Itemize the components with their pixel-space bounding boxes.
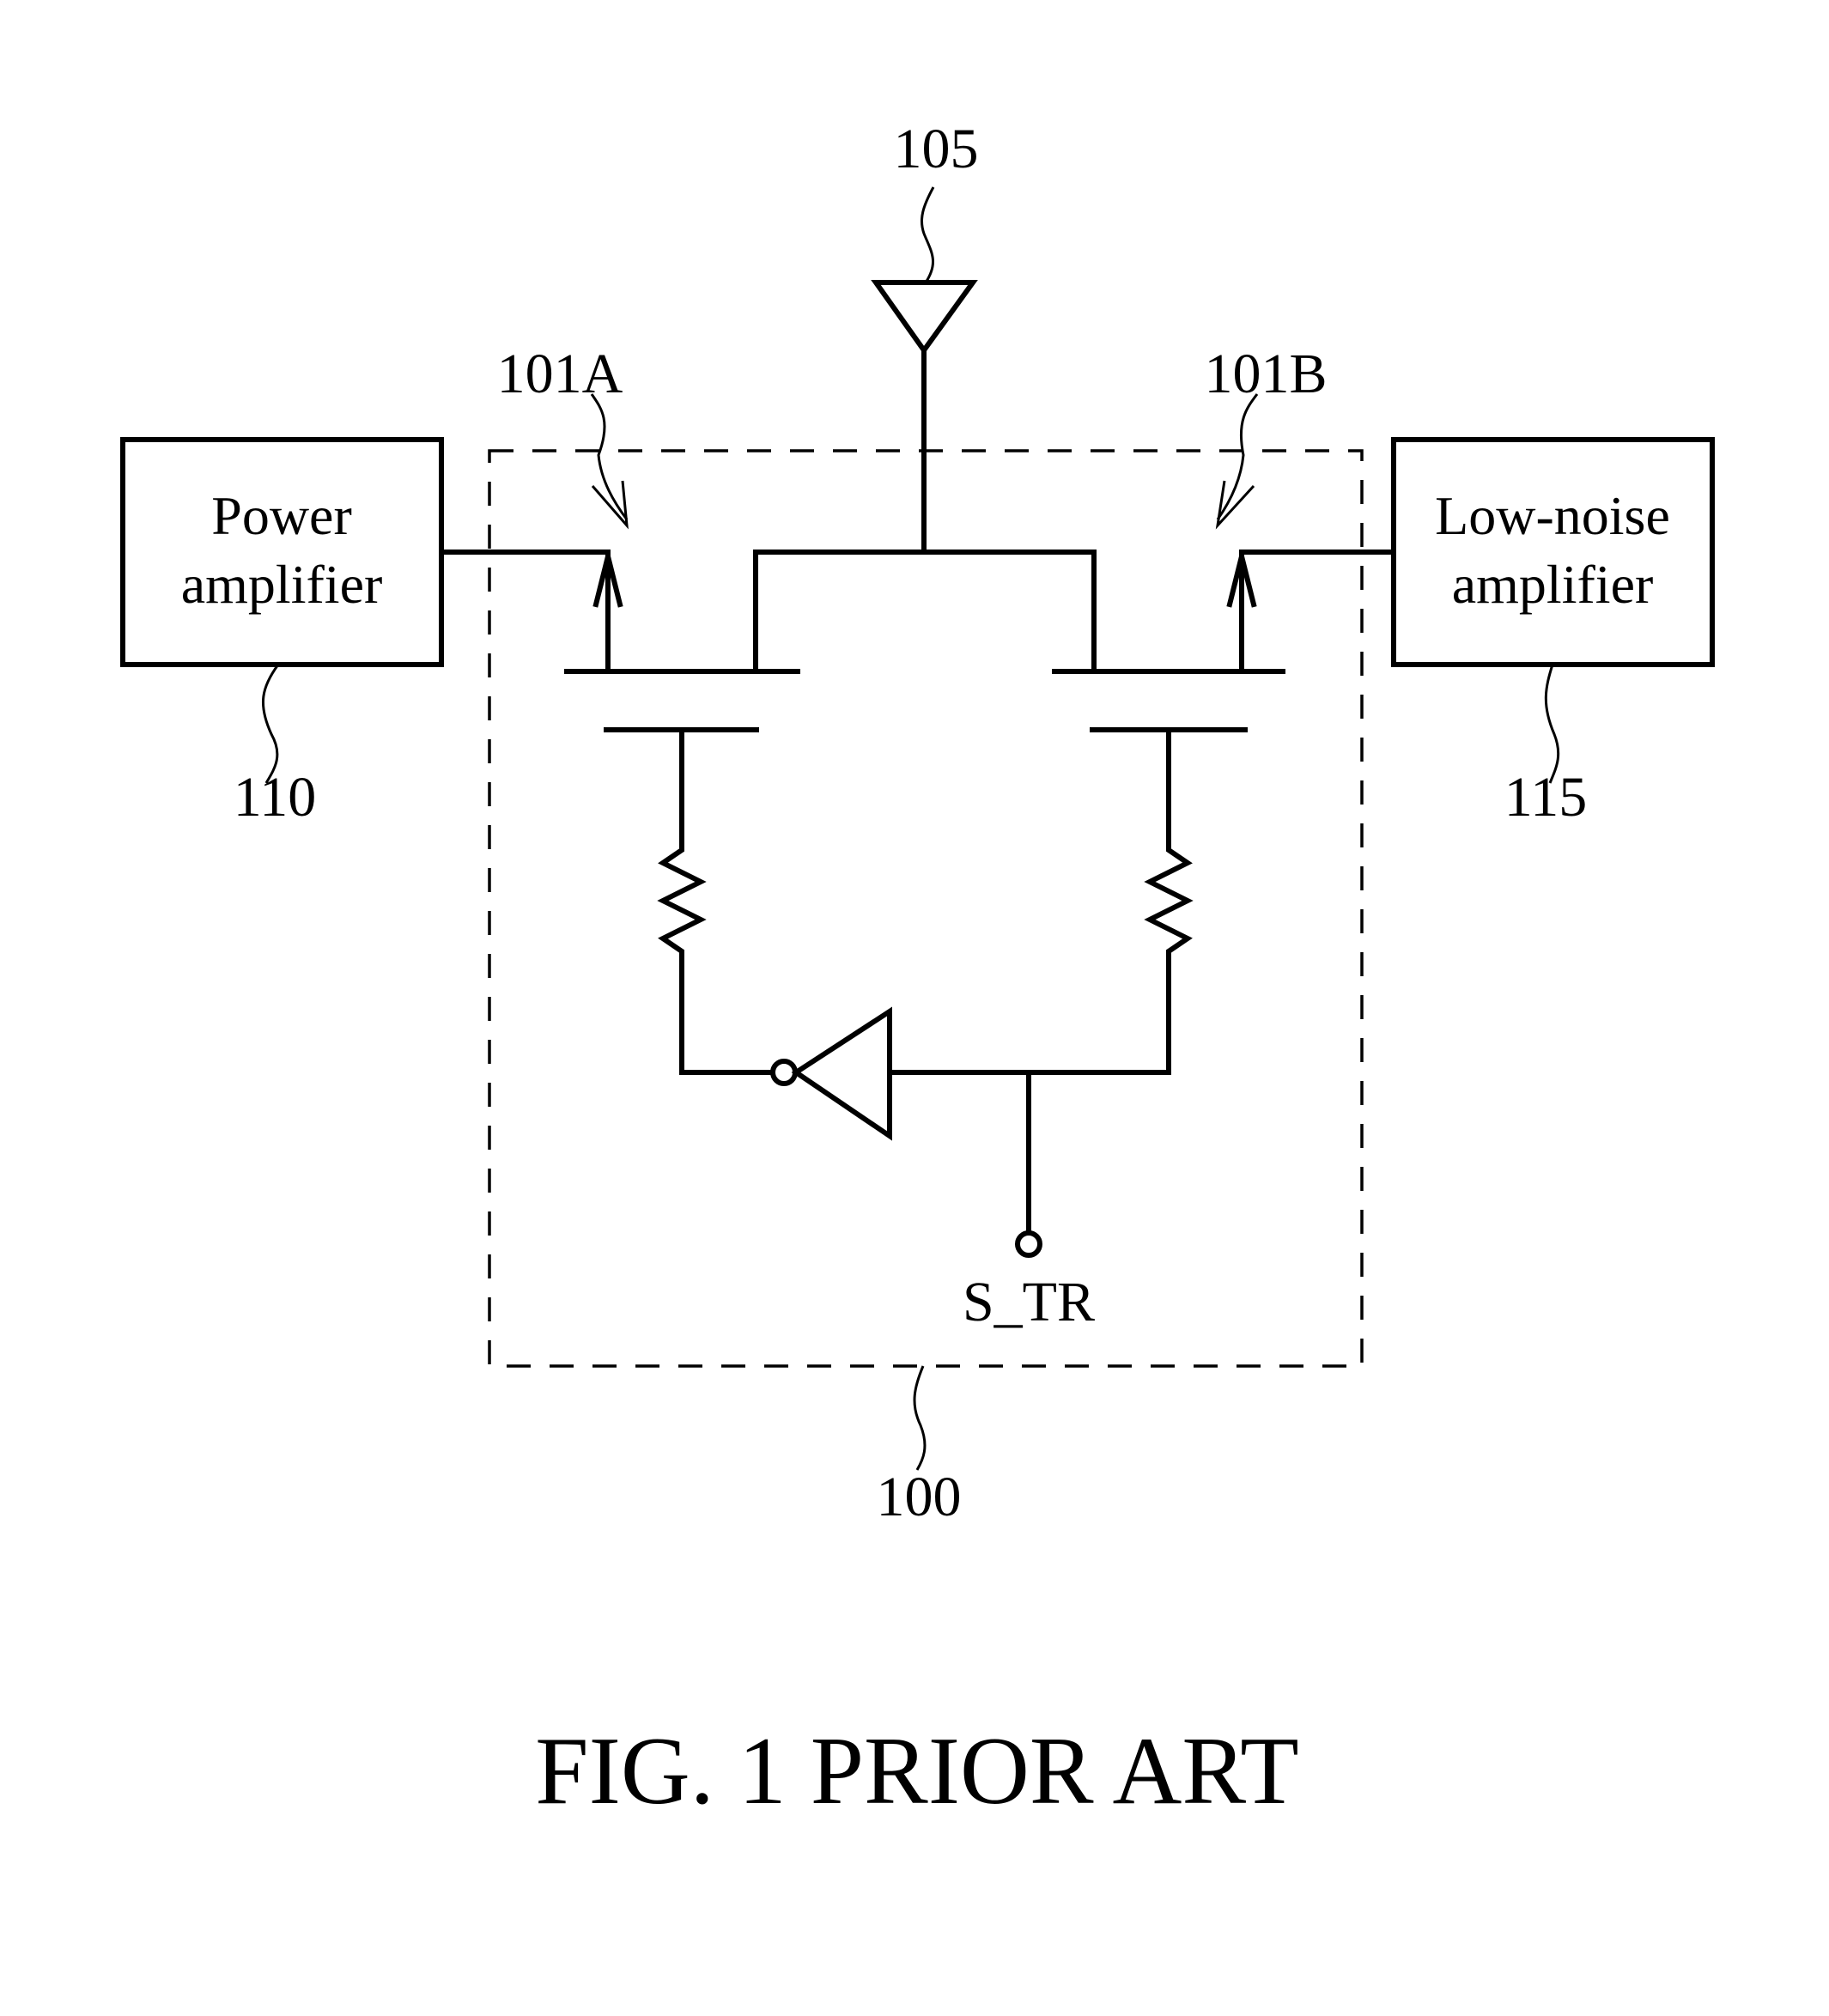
transistor-b-leader-line: [1216, 393, 1259, 520]
transistor-a-ref: 101A: [497, 343, 623, 405]
low-noise-amplifier-label-line1: Low-noise: [1435, 485, 1670, 546]
transistor-b-ref: 101B: [1204, 343, 1327, 405]
control-signal-label: S_TR: [963, 1271, 1095, 1333]
low-noise-amplifier-block: Low-noise amplifier 115: [1391, 437, 1715, 829]
transistor-a-leader-line: [590, 393, 629, 520]
antenna-leader-line: [921, 186, 935, 283]
transistor-a-leader-arrow-icon: [591, 480, 629, 530]
power-amplifier-label-line2: amplifier: [181, 554, 383, 615]
control-input: S_TR: [963, 1070, 1095, 1333]
resistor-a-to-inverter-wire: [679, 957, 775, 1075]
resistor-a-icon: [657, 843, 707, 962]
inverter: [770, 1006, 892, 1141]
figure-caption: FIG. 1 PRIOR ART: [535, 1718, 1298, 1825]
low-noise-amplifier-ref: 115: [1504, 766, 1588, 829]
switch-ref: 100: [877, 1466, 962, 1528]
common-antenna-node-wire: [753, 550, 1097, 674]
low-noise-amplifier-label-line2: amplifier: [1452, 554, 1654, 615]
antenna-icon: [871, 280, 978, 355]
resistor-b-icon: [1144, 843, 1194, 962]
antenna: 105: [871, 118, 979, 555]
switch-dashed-box: [488, 449, 1364, 1368]
transistor-a-source-wire: [439, 550, 611, 674]
power-amplifier-block: Power amplifier 110: [120, 437, 444, 829]
circuit-diagram: Power amplifier 110 Low-noise amplifier …: [120, 118, 1715, 1825]
control-terminal-icon: [1015, 1230, 1042, 1258]
antenna-ref: 105: [894, 118, 979, 180]
rf-switch-boundary: 100: [488, 449, 1364, 1528]
low-noise-amplifier-box: [1391, 437, 1715, 667]
power-amplifier-ref: 110: [234, 766, 317, 829]
resistor-b-to-control-wire: [887, 957, 1171, 1075]
switch-leader-line: [913, 1365, 927, 1471]
transistor-b-source-wire: [1239, 550, 1396, 674]
power-amplifier-box: [120, 437, 444, 667]
power-amplifier-label-line1: Power: [211, 485, 352, 546]
inverter-triangle-icon: [791, 1006, 892, 1141]
